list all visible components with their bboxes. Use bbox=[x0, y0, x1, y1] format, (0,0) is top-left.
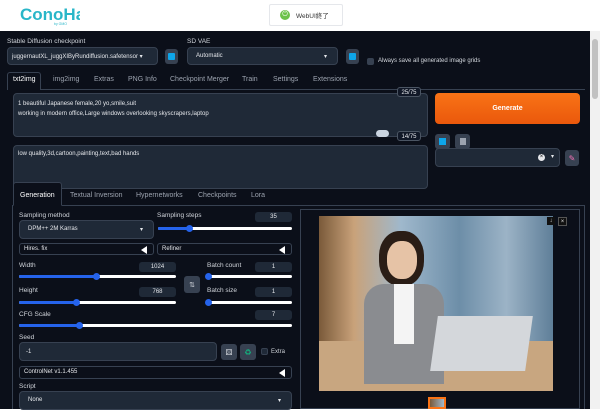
batch-count-slider[interactable] bbox=[205, 273, 292, 280]
cfg-value[interactable]: 7 bbox=[255, 310, 292, 320]
generate-button[interactable]: Generate bbox=[435, 93, 580, 124]
slider-thumb[interactable] bbox=[185, 225, 193, 232]
close-icon[interactable]: × bbox=[558, 217, 567, 226]
vae-dropdown[interactable]: Automatic ▾ bbox=[187, 47, 338, 65]
cfg-label: CFG Scale bbox=[19, 311, 51, 318]
styles-dropdown[interactable]: × ▾ bbox=[435, 148, 560, 167]
slider-thumb[interactable] bbox=[205, 299, 212, 306]
recycle-icon: ♻ bbox=[244, 347, 252, 357]
slider-fill bbox=[158, 227, 189, 230]
slider-thumb[interactable] bbox=[205, 273, 212, 280]
tab-settings[interactable]: Settings bbox=[273, 76, 298, 83]
negative-prompt-input[interactable]: low quality,3d,cartoon,painting,text,bad… bbox=[13, 145, 428, 189]
checkpoint-dropdown[interactable]: juggernautXL_juggXIByRundiffusion.safete… bbox=[7, 47, 158, 65]
refiner-accordion[interactable]: Refiner bbox=[157, 243, 292, 255]
swap-icon: ⇅ bbox=[189, 281, 195, 289]
tab-extensions[interactable]: Extensions bbox=[313, 76, 347, 83]
paste-button[interactable] bbox=[435, 134, 450, 149]
download-icon[interactable]: ↓ bbox=[547, 217, 555, 225]
subtab-generation[interactable]: Generation bbox=[20, 192, 55, 199]
prompt-input[interactable]: 1 beautiful Japanese female,20 yo,smile,… bbox=[13, 93, 428, 137]
batch-count-label: Batch count bbox=[207, 262, 242, 269]
tab-png-info[interactable]: PNG Info bbox=[128, 76, 157, 83]
batch-count-value[interactable]: 1 bbox=[255, 262, 292, 272]
slider-thumb[interactable] bbox=[72, 299, 80, 306]
height-value[interactable]: 768 bbox=[139, 287, 176, 297]
sampling-steps-value[interactable]: 35 bbox=[255, 212, 292, 222]
checkpoint-label: Stable Diffusion checkpoint bbox=[7, 38, 86, 45]
collapse-icon bbox=[279, 369, 285, 377]
script-label: Script bbox=[19, 383, 36, 390]
negative-token-counter: 14/75 bbox=[397, 131, 421, 141]
trash-icon bbox=[459, 138, 466, 145]
height-slider[interactable] bbox=[19, 299, 176, 306]
tab-train[interactable]: Train bbox=[242, 76, 258, 83]
refresh-vae-button[interactable] bbox=[346, 49, 359, 64]
webui-stop-button[interactable]: ⏻ WebUI終了 bbox=[269, 4, 343, 26]
seed-label: Seed bbox=[19, 334, 35, 341]
collapse-icon bbox=[279, 246, 285, 254]
svg-text:by GMO: by GMO bbox=[54, 22, 67, 26]
collapse-icon bbox=[141, 246, 147, 254]
subtab-textual-inversion[interactable]: Textual Inversion bbox=[70, 192, 123, 199]
subtab-checkpoints[interactable]: Checkpoints bbox=[198, 192, 237, 199]
reuse-seed-button[interactable]: ♻ bbox=[240, 344, 256, 360]
always-save-checkbox[interactable] bbox=[367, 58, 374, 65]
trash-button[interactable] bbox=[455, 134, 470, 149]
sampling-method-dropdown[interactable]: DPM++ 2M Karras ▾ bbox=[19, 220, 154, 239]
gallery-thumbnail[interactable] bbox=[428, 397, 446, 409]
slider-thumb[interactable] bbox=[92, 273, 100, 280]
refresh-icon bbox=[349, 53, 356, 60]
scrollbar[interactable] bbox=[590, 31, 600, 409]
height-label: Height bbox=[19, 287, 38, 294]
batch-size-label: Batch size bbox=[207, 287, 237, 294]
controlnet-accordion[interactable]: ControlNet v1.1.455 bbox=[19, 366, 292, 379]
dice-icon: ⚄ bbox=[225, 347, 233, 357]
sampling-steps-label: Sampling steps bbox=[157, 212, 202, 219]
cfg-slider[interactable] bbox=[19, 322, 292, 329]
extra-networks-toggle-icon[interactable] bbox=[376, 130, 389, 137]
batch-size-slider[interactable] bbox=[205, 299, 292, 306]
hires-fix-accordion[interactable]: Hires. fix bbox=[19, 243, 154, 255]
width-slider[interactable] bbox=[19, 273, 176, 280]
svg-text:ConoHa: ConoHa bbox=[20, 5, 80, 24]
tab-txt2img[interactable]: txt2img bbox=[13, 76, 36, 83]
slider-fill bbox=[19, 301, 76, 304]
refresh-checkpoint-button[interactable] bbox=[165, 49, 178, 64]
subtab-hypernetworks[interactable]: Hypernetworks bbox=[136, 192, 183, 199]
slider-fill bbox=[19, 324, 80, 327]
seed-input[interactable]: -1 bbox=[19, 342, 217, 361]
paste-icon bbox=[439, 138, 446, 145]
extra-checkbox[interactable] bbox=[261, 348, 268, 355]
pencil-icon: ✎ bbox=[568, 153, 576, 163]
tab-extras[interactable]: Extras bbox=[94, 76, 114, 83]
width-value[interactable]: 1024 bbox=[139, 262, 176, 272]
swap-dimensions-button[interactable]: ⇅ bbox=[184, 276, 200, 293]
width-label: Width bbox=[19, 262, 36, 269]
batch-size-value[interactable]: 1 bbox=[255, 287, 292, 297]
logo: ConoHa by GMO bbox=[20, 4, 86, 26]
extra-label: Extra bbox=[271, 349, 286, 355]
sampling-steps-slider[interactable] bbox=[158, 225, 292, 232]
edit-styles-button[interactable]: ✎ bbox=[565, 150, 579, 166]
slider-fill bbox=[19, 275, 96, 278]
slider-thumb[interactable] bbox=[76, 322, 84, 329]
sampling-method-label: Sampling method bbox=[19, 212, 70, 219]
vae-label: SD VAE bbox=[187, 38, 211, 45]
tab-img2img[interactable]: img2img bbox=[53, 76, 79, 83]
script-dropdown[interactable]: None ▾ bbox=[19, 391, 292, 410]
subtab-lora[interactable]: Lora bbox=[251, 192, 265, 199]
generated-image[interactable] bbox=[319, 216, 553, 391]
clear-icon[interactable]: × bbox=[538, 154, 545, 161]
power-icon: ⏻ bbox=[280, 10, 290, 20]
tab-checkpoint-merger[interactable]: Checkpoint Merger bbox=[170, 76, 229, 83]
random-seed-button[interactable]: ⚄ bbox=[221, 344, 237, 360]
always-save-label: Always save all generated image grids bbox=[378, 58, 481, 64]
tabs-divider bbox=[40, 89, 585, 90]
prompt-token-counter: 25/75 bbox=[397, 87, 421, 97]
refresh-icon bbox=[168, 53, 175, 60]
